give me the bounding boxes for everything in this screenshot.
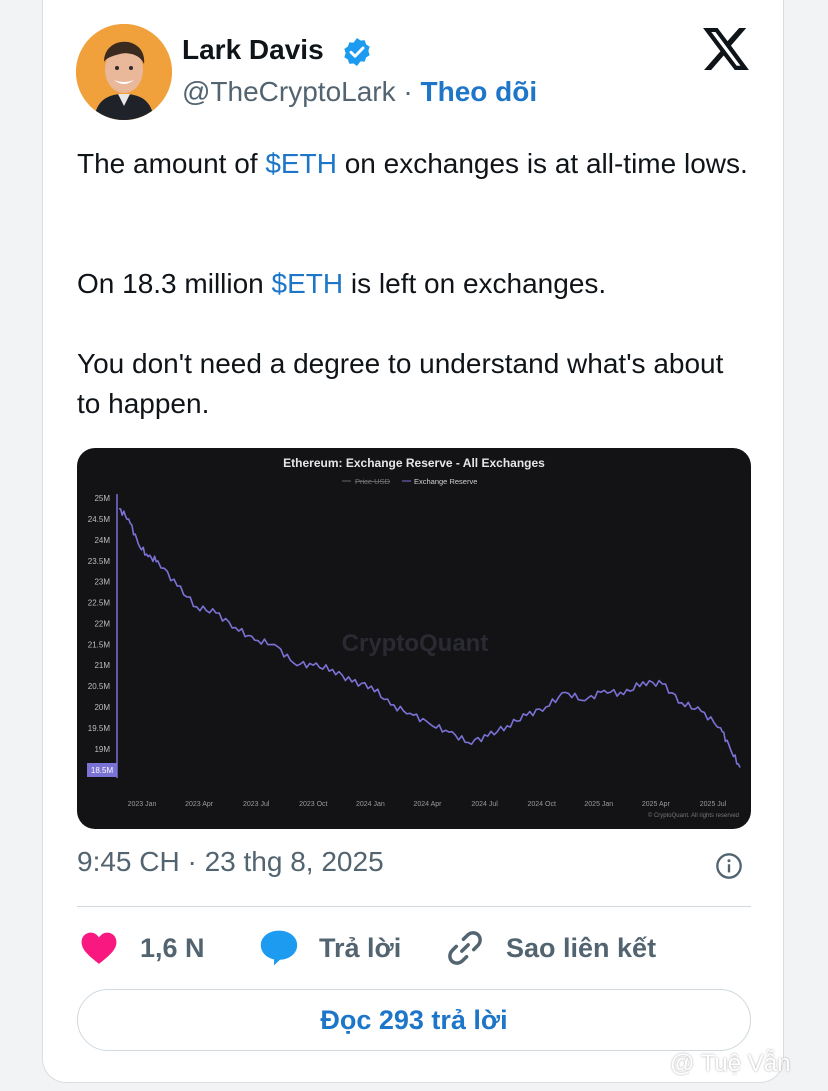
image-watermark: @ Tuệ Vẫn (670, 1050, 791, 1077)
y-tick-label: 21M (94, 661, 110, 670)
link-icon (448, 931, 482, 965)
legend-price-usd: Price USD (355, 477, 391, 486)
y-tick-label: 21.5M (88, 640, 111, 649)
y-tick-label: 19M (94, 745, 110, 754)
x-tick-label: 2024 Jan (356, 801, 385, 808)
reply-label: Trả lời (319, 932, 402, 963)
y-tick-label: 25M (94, 494, 110, 503)
y-tick-label: 23.5M (88, 557, 111, 566)
follow-button[interactable]: Theo dõi (421, 76, 538, 107)
x-logo-icon[interactable] (703, 28, 749, 70)
like-count: 1,6 N (140, 932, 205, 963)
separator: · (403, 76, 413, 107)
y-tick-label: 22M (94, 619, 110, 628)
chart-title: Ethereum: Exchange Reserve - All Exchang… (283, 456, 545, 470)
tweet-text: On 18.3 million (77, 268, 272, 299)
chart-watermark: CryptoQuant (342, 630, 489, 657)
y-tick-label: 22.5M (88, 599, 111, 608)
cashtag-link[interactable]: $ETH (272, 268, 344, 299)
x-tick-label: 2023 Apr (185, 801, 214, 808)
x-tick-label: 2024 Apr (413, 801, 442, 808)
x-tick-label: 2025 Jul (700, 801, 727, 808)
y-tick-label: 24M (94, 536, 110, 545)
timestamp[interactable]: 9:45 CH · 23 thg 8, 2025 (77, 846, 384, 878)
chart-image[interactable]: Ethereum: Exchange Reserve - All Exchang… (77, 448, 751, 829)
copy-link-label: Sao liên kết (506, 932, 657, 963)
like-button[interactable]: 1,6 N (80, 928, 205, 968)
read-replies-button[interactable]: Đọc 293 trả lời (77, 989, 751, 1051)
divider (77, 906, 751, 907)
tweet-paragraph-1: The amount of $ETH on exchanges is at al… (77, 144, 757, 184)
x-tick-label: 2025 Jan (584, 801, 613, 808)
x-tick-label: 2025 Apr (642, 801, 671, 808)
y-tick-label: 24.5M (88, 515, 111, 524)
x-axis-ticks: 2023 Jan 2023 Apr 2023 Jul 2023 Oct 2024 Jan… (128, 801, 727, 808)
tweet-paragraph-3: You don't need a degree to understand wh… (77, 348, 724, 419)
exchange-reserve-chart: Ethereum: Exchange Reserve - All Exchang… (87, 456, 741, 819)
tweet-text: The amount of (77, 148, 266, 179)
chart-credit: © CryptoQuant. All rights reserved (648, 812, 739, 819)
copy-link-button[interactable]: Sao liên kết (446, 928, 656, 968)
tweet-paragraph-2: On 18.3 million $ETH is left on exchange… (77, 264, 757, 304)
cashtag-link[interactable]: $ETH (265, 148, 337, 179)
author-handle-row: @TheCryptoLark · Theo dõi (182, 76, 537, 108)
current-value-label: 18.5M (91, 766, 114, 775)
legend-exchange-reserve: Exchange Reserve (414, 477, 477, 486)
y-tick-label: 19.5M (88, 724, 111, 733)
heart-icon (81, 932, 117, 964)
x-tick-label: 2024 Jul (471, 801, 498, 808)
chart-legend: Price USD Exchange Reserve (342, 477, 477, 486)
verified-badge-icon (344, 38, 370, 66)
x-tick-label: 2023 Jul (243, 801, 270, 808)
y-tick-label: 20M (94, 703, 110, 712)
x-tick-label: 2023 Oct (299, 801, 327, 808)
x-tick-label: 2024 Oct (527, 801, 555, 808)
y-tick-label: 23M (94, 578, 110, 587)
speech-bubble-icon (260, 930, 298, 966)
tweet-text: on exchanges is at all-time lows. (336, 148, 748, 179)
avatar[interactable] (76, 24, 172, 120)
reply-button[interactable]: Trả lời (259, 928, 401, 968)
tweet-text: is left on exchanges. (343, 268, 607, 299)
author-handle[interactable]: @TheCryptoLark (182, 76, 396, 107)
y-tick-label: 20.5M (88, 682, 111, 691)
author-name[interactable]: Lark Davis (182, 34, 324, 66)
info-icon[interactable] (715, 852, 743, 880)
x-tick-label: 2023 Jan (128, 801, 157, 808)
y-axis-ticks: 25M 24.5M 24M 23.5M 23M 22.5M 22M 21.5M 21M 20.5M… (88, 494, 111, 754)
